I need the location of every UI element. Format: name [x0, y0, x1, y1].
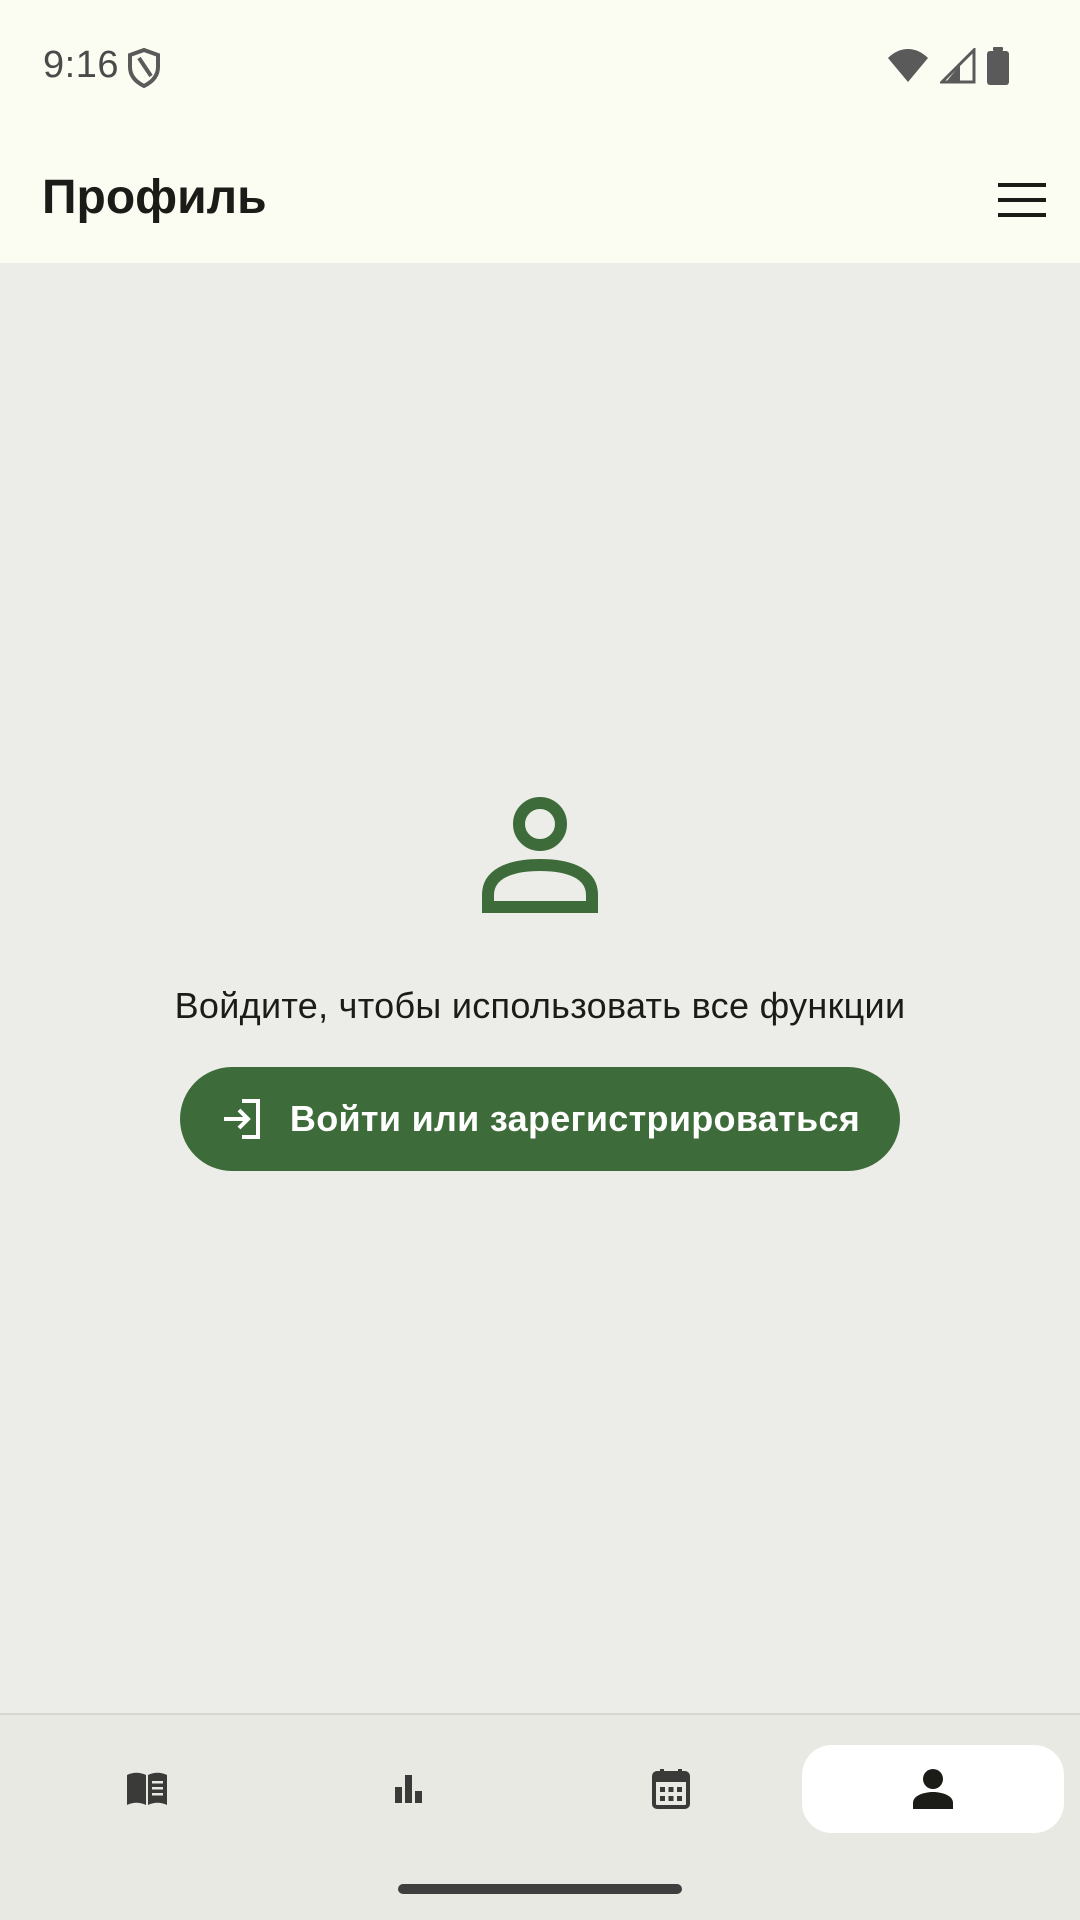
- person-outline-icon: [482, 795, 598, 915]
- nav-item-profile[interactable]: [802, 1745, 1064, 1833]
- bar-chart-icon: [387, 1767, 431, 1811]
- login-or-register-button[interactable]: Войти или зарегистрироваться: [180, 1067, 900, 1171]
- wifi-icon: [886, 48, 930, 89]
- login-empty-state: Войдите, чтобы использовать все функции …: [0, 795, 1080, 1171]
- book-icon: [125, 1767, 169, 1811]
- shield-icon: [127, 47, 161, 89]
- hamburger-menu-icon[interactable]: [992, 170, 1052, 230]
- login-button-label: Войти или зарегистрироваться: [289, 1098, 861, 1139]
- app-bar: Профиль: [0, 150, 1080, 250]
- top-area: 9:16 Профиль: [0, 0, 1080, 263]
- status-bar: 9:16: [0, 0, 1080, 135]
- nav-item-calendar[interactable]: [540, 1745, 802, 1833]
- person-icon: [911, 1767, 955, 1811]
- login-prompt-text: Войдите, чтобы использовать все функции: [174, 985, 906, 1026]
- status-time: 9:16: [43, 44, 119, 86]
- nav-item-stats[interactable]: [278, 1745, 540, 1833]
- home-indicator[interactable]: [398, 1884, 682, 1894]
- login-icon: [220, 1097, 264, 1141]
- nav-item-catalog[interactable]: [16, 1745, 278, 1833]
- page-title: Профиль: [42, 171, 267, 224]
- profile-screen: 9:16 Профиль Войдите, чтобы использовать…: [0, 0, 1080, 1920]
- calendar-icon: [649, 1767, 693, 1811]
- battery-icon: [986, 46, 1010, 90]
- cell-signal-icon: [938, 45, 976, 89]
- status-icons: [886, 45, 1010, 90]
